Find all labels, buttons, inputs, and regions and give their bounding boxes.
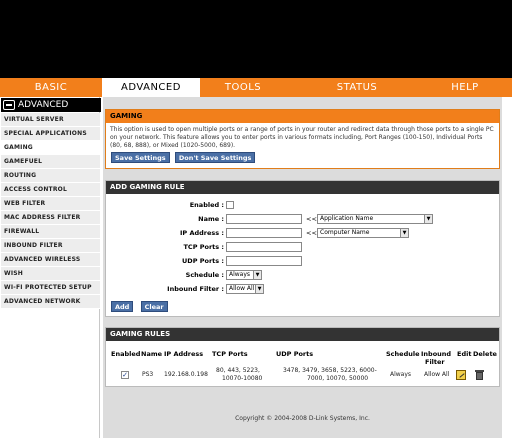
col-tcp-ports: TCP Ports — [212, 350, 248, 358]
sidebar-item-inbound-filter[interactable]: INBOUND FILTER — [1, 239, 100, 253]
add-button[interactable]: Add — [111, 301, 134, 312]
schedule-label: Schedule : — [185, 271, 224, 279]
col-edit: Edit — [457, 350, 472, 358]
save-settings-button[interactable]: Save Settings — [111, 152, 170, 163]
enabled-checkbox[interactable] — [226, 201, 234, 209]
inbound-filter-label: Inbound Filter : — [167, 285, 224, 293]
sidebar-title: ADVANCED — [1, 98, 101, 112]
trash-can — [476, 372, 483, 380]
rule-tcp-line2: 10070-10080 — [222, 375, 263, 382]
col-inbound-filter: Filter — [425, 358, 445, 366]
sidebar-item-special-applications[interactable]: SPECIAL APPLICATIONS — [1, 127, 100, 141]
ip-copy-arrows: << — [306, 229, 317, 237]
clear-button[interactable]: Clear — [140, 301, 168, 312]
sidebar-item-routing[interactable]: ROUTING — [1, 169, 100, 183]
col-name: Name — [141, 350, 163, 358]
chevron-down-icon: ▼ — [253, 271, 261, 279]
gaming-panel: GAMING This option is used to open multi… — [105, 109, 500, 169]
col-delete: Delete — [473, 350, 497, 358]
tcp-ports-label: TCP Ports : — [183, 243, 224, 251]
edit-icon[interactable] — [456, 370, 466, 380]
add-rule-title: ADD GAMING RULE — [106, 181, 499, 194]
name-label: Name : — [198, 215, 224, 223]
top-nav: BASIC ADVANCED TOOLS STATUS HELP — [0, 78, 512, 97]
sidebar-item-wish[interactable]: WISH — [1, 267, 100, 281]
chevron-down-icon: ▼ — [424, 215, 432, 223]
ip-address-input[interactable] — [226, 228, 302, 238]
sidebar: ADVANCED VIRTUAL SERVER SPECIAL APPLICAT… — [0, 97, 101, 438]
sidebar-item-wifi-protected-setup[interactable]: WI-FI PROTECTED SETUP — [1, 281, 100, 295]
tab-status[interactable]: STATUS — [305, 78, 409, 97]
col-schedule: Schedule — [386, 350, 420, 358]
inbound-filter-value: Allow All — [229, 285, 255, 292]
col-ip-address: IP Address — [164, 350, 204, 358]
sidebar-item-virtual-server[interactable]: VIRTUAL SERVER — [1, 113, 100, 127]
udp-ports-input[interactable] — [226, 256, 302, 266]
rule-enabled-checkbox[interactable]: ✓ — [121, 371, 129, 379]
sidebar-item-advanced-network[interactable]: ADVANCED NETWORK — [1, 295, 100, 309]
tcp-ports-input[interactable] — [226, 242, 302, 252]
gaming-rules-panel: GAMING RULES Enabled Name IP Address TCP… — [105, 327, 500, 387]
sidebar-item-advanced-wireless[interactable]: ADVANCED WIRELESS — [1, 253, 100, 267]
sidebar-item-web-filter[interactable]: WEB FILTER — [1, 197, 100, 211]
tab-tools[interactable]: TOOLS — [200, 78, 286, 97]
rule-tcp-line1: 80, 443, 5223, — [216, 367, 260, 374]
ip-address-label: IP Address : — [180, 229, 224, 237]
tab-advanced[interactable]: ADVANCED — [102, 78, 200, 97]
col-enabled: Enabled — [111, 350, 141, 358]
rule-name: PS3 — [142, 371, 154, 378]
tab-help[interactable]: HELP — [420, 78, 510, 97]
schedule-select[interactable]: Always ▼ — [226, 270, 262, 280]
main-content: GAMING This option is used to open multi… — [103, 97, 502, 438]
computer-name-option: Computer Name — [320, 229, 370, 236]
sidebar-item-mac-address-filter[interactable]: MAC ADDRESS FILTER — [1, 211, 100, 225]
col-inbound: Inbound — [421, 350, 452, 358]
tab-basic[interactable]: BASIC — [0, 78, 102, 97]
footer-copyright: Copyright © 2004-2008 D-Link Systems, In… — [235, 415, 370, 422]
header-banner — [0, 0, 512, 78]
application-name-option: Application Name — [320, 215, 374, 222]
chevron-down-icon: ▼ — [255, 285, 263, 293]
rule-udp-line1: 3478, 3479, 3658, 5223, 6000- — [283, 367, 377, 374]
application-name-select[interactable]: Application Name ▼ — [317, 214, 433, 224]
schedule-value: Always — [229, 271, 251, 278]
rule-udp-line2: 7000, 10070, 50000 — [307, 375, 369, 382]
udp-ports-label: UDP Ports : — [182, 257, 224, 265]
col-udp-ports: UDP Ports — [276, 350, 314, 358]
gaming-rules-title: GAMING RULES — [106, 328, 499, 341]
rule-ip: 192.168.0.198 — [164, 371, 208, 378]
add-gaming-rule-panel: ADD GAMING RULE Enabled : Name : << Appl… — [105, 180, 500, 317]
sidebar-item-firewall[interactable]: FIREWALL — [1, 225, 100, 239]
dont-save-settings-button[interactable]: Don't Save Settings — [174, 152, 256, 163]
gaming-description: This option is used to open multiple por… — [110, 126, 494, 149]
sidebar-menu: VIRTUAL SERVER SPECIAL APPLICATIONS GAMI… — [1, 113, 100, 309]
name-copy-arrows: << — [306, 215, 317, 223]
sidebar-title-text: ADVANCED — [18, 100, 69, 110]
sidebar-item-gaming[interactable]: GAMING — [1, 141, 100, 155]
chevron-down-icon: ▼ — [400, 229, 408, 237]
sidebar-item-gamefuel[interactable]: GAMEFUEL — [1, 155, 100, 169]
gaming-panel-title: GAMING — [106, 110, 499, 123]
rule-schedule: Always — [390, 371, 412, 378]
trash-icon[interactable] — [475, 370, 484, 380]
enabled-label: Enabled : — [189, 201, 224, 209]
name-input[interactable] — [226, 214, 302, 224]
rule-inbound: Allow All — [424, 371, 450, 378]
computer-name-select[interactable]: Computer Name ▼ — [317, 228, 409, 238]
sidebar-item-access-control[interactable]: ACCESS CONTROL — [1, 183, 100, 197]
router-icon — [3, 100, 15, 110]
inbound-filter-select[interactable]: Allow All ▼ — [226, 284, 264, 294]
